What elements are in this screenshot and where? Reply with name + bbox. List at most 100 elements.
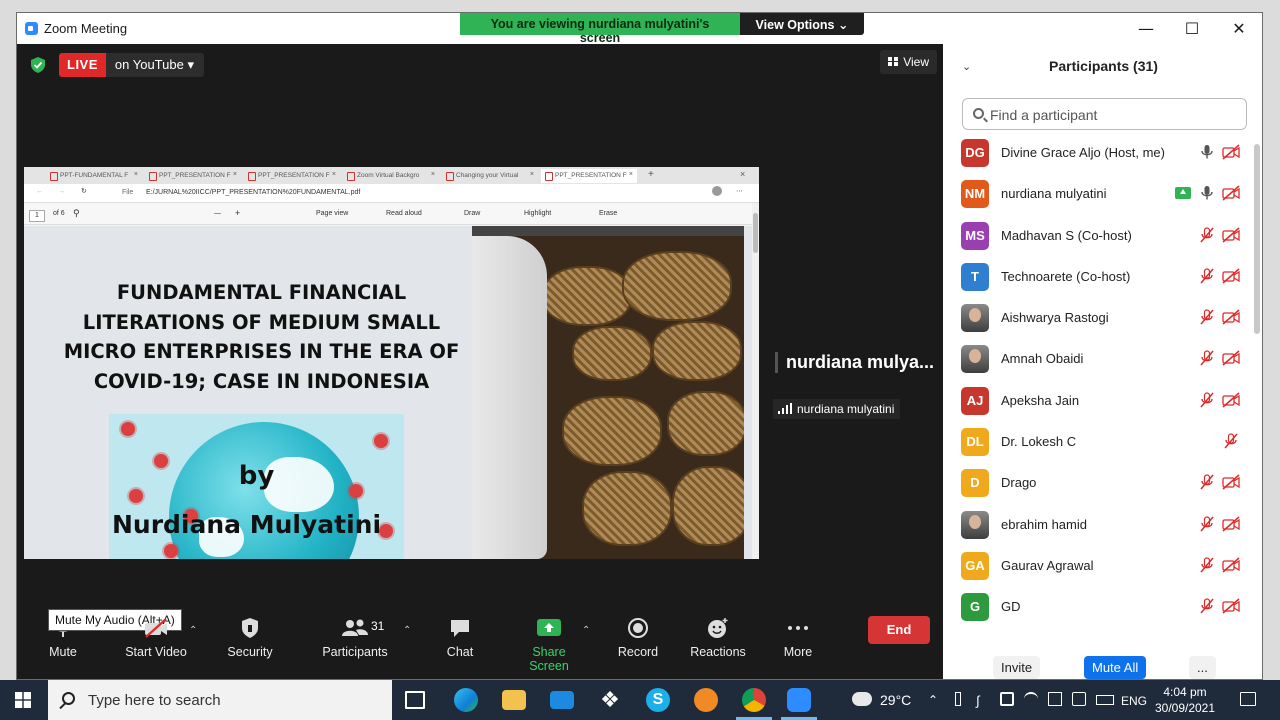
participant-name: Drago: [1001, 475, 1037, 491]
avatar: DG: [961, 139, 989, 167]
tray-expand-icon[interactable]: ⌃: [928, 693, 938, 707]
avatar: AJ: [961, 386, 989, 415]
more-dots-icon: [788, 626, 808, 630]
participant-row[interactable]: AJ Apeksha Jain: [943, 380, 1253, 421]
minimize-icon[interactable]: —: [1123, 17, 1169, 41]
close-icon[interactable]: ✕: [1216, 17, 1262, 41]
avatar: MS: [961, 221, 989, 250]
reactions-label: Reactions: [690, 645, 746, 659]
invite-button[interactable]: Invite: [993, 656, 1041, 679]
mute-all-button[interactable]: Mute All: [1084, 656, 1147, 679]
edge-browser-icon[interactable]: [454, 688, 478, 712]
browser-tab: PPT_PRESENTATION F ×: [244, 169, 340, 183]
stream-target-dropdown[interactable]: on YouTube ▾: [105, 53, 204, 77]
microphone-muted-icon: [1222, 433, 1240, 449]
weather-cloud-icon[interactable]: [852, 692, 872, 706]
participant-row[interactable]: D Drago: [943, 462, 1253, 503]
view-layout-button[interactable]: View: [880, 50, 937, 74]
security-shield-icon[interactable]: [31, 57, 45, 73]
share-screen-button[interactable]: Share Screen: [511, 617, 587, 673]
viewing-banner-text: You are viewing nurdiana mulyatini's scr…: [460, 13, 740, 45]
pdf-search-icon: ⚲: [73, 208, 80, 218]
avatar: [961, 510, 989, 539]
participant-row[interactable]: DL Dr. Lokesh C: [943, 421, 1253, 462]
usb-drive-icon[interactable]: [955, 692, 961, 706]
more-button[interactable]: More: [779, 617, 817, 659]
record-button[interactable]: Record: [616, 617, 660, 659]
security-icon: [242, 618, 258, 638]
record-label: Record: [617, 645, 659, 659]
participant-list-scrollbar[interactable]: [1254, 144, 1260, 334]
speaker-name-tag: nurdiana mulyatini: [773, 399, 901, 419]
participant-row[interactable]: T Technoarete (Co-host): [943, 256, 1253, 297]
participant-row[interactable]: Amnah Obaidi: [943, 338, 1253, 379]
share-screen-icon: [537, 619, 561, 636]
participants-panel-footer: Invite Mute All ...: [943, 649, 1262, 679]
participants-options-caret[interactable]: ⌃: [403, 625, 411, 636]
security-label: Security: [227, 645, 273, 659]
battery-icon[interactable]: [1096, 695, 1114, 705]
notifications-icon[interactable]: [1240, 692, 1256, 706]
end-meeting-button[interactable]: End: [868, 616, 930, 644]
participant-name: Apeksha Jain: [1001, 392, 1080, 408]
person-figure: [472, 236, 547, 559]
participant-search-input[interactable]: Find a participant: [962, 98, 1247, 130]
chat-button[interactable]: Chat: [439, 617, 481, 659]
bluetooth-icon[interactable]: ∫: [976, 693, 980, 708]
participant-name: Aishwarya Rastogi: [1001, 310, 1109, 326]
video-area: LIVE on YouTube ▾ View PPT-FUNDAMENTAL F…: [17, 44, 943, 599]
share-options-caret[interactable]: ⌃: [582, 625, 590, 636]
browser-tab: PPT-FUNDAMENTAL F ×: [46, 169, 142, 183]
language-indicator[interactable]: ENG: [1121, 694, 1147, 708]
maximize-icon[interactable]: ☐: [1169, 17, 1215, 41]
zoom-taskbar-icon[interactable]: [781, 688, 817, 720]
participant-count: 31: [371, 619, 385, 633]
menu-dots-icon: ⋯: [736, 188, 743, 195]
clock-date: 30/09/2021: [1154, 701, 1216, 715]
video-off-icon: [1221, 185, 1240, 201]
live-stream-badge[interactable]: LIVE on YouTube ▾: [59, 53, 204, 77]
participant-row[interactable]: DG Divine Grace Aljo (Host, me): [943, 132, 1253, 173]
pdf-toolbar: 1 of 6 ⚲ — + Page view Read aloud Draw H…: [24, 203, 759, 225]
video-options-caret[interactable]: ⌃: [189, 625, 197, 636]
avatar: D: [961, 469, 989, 498]
participants-panel: ⌄ Participants (31) Find a participant D…: [943, 44, 1262, 679]
participant-row[interactable]: Aishwarya Rastogi: [943, 297, 1253, 338]
url-scheme-label: File: [122, 189, 134, 196]
speaker-icon[interactable]: [1048, 692, 1062, 706]
dropbox-icon[interactable]: ❖: [598, 688, 622, 712]
windows-start-icon[interactable]: [15, 692, 31, 708]
title-bar: Zoom Meeting You are viewing nurdiana mu…: [17, 13, 1262, 45]
participant-row[interactable]: NM nurdiana mulyatini: [943, 173, 1253, 214]
avatar: NM: [961, 180, 989, 209]
participant-row[interactable]: GA Gaurav Agrawal: [943, 545, 1253, 586]
microphone-muted-icon: [1198, 226, 1216, 243]
avatar: DL: [961, 428, 989, 457]
file-explorer-icon[interactable]: [502, 690, 526, 710]
grid-icon: [888, 57, 899, 66]
wifi-icon[interactable]: [1024, 692, 1038, 706]
participant-name: Divine Grace Aljo (Host, me): [1001, 145, 1165, 160]
avatar: [961, 304, 989, 333]
chrome-icon[interactable]: [736, 688, 772, 720]
start-video-button[interactable]: Start Video: [121, 617, 191, 659]
view-options-button[interactable]: View Options ⌄: [740, 13, 864, 35]
task-view-icon[interactable]: [405, 691, 425, 709]
reactions-button[interactable]: Reactions: [690, 617, 746, 659]
participant-list: DG Divine Grace Aljo (Host, me) NM nurdiana…: [943, 132, 1253, 628]
participant-row[interactable]: ebrahim hamid: [943, 504, 1253, 545]
security-button[interactable]: Security: [221, 617, 279, 659]
dropbox-tray-icon[interactable]: [1000, 692, 1014, 706]
participant-name: Madhavan S (Co-host): [1001, 227, 1132, 243]
skype-icon[interactable]: S: [646, 688, 670, 712]
participant-row[interactable]: MS Madhavan S (Co-host): [943, 215, 1253, 256]
panel-more-button[interactable]: ...: [1189, 656, 1216, 679]
avatar: GA: [961, 551, 989, 580]
taskbar-clock[interactable]: 4:04 pm 30/09/2021: [1152, 684, 1218, 716]
vpn-shield-icon[interactable]: [694, 688, 718, 712]
taskbar-search-input[interactable]: Type here to search: [48, 680, 392, 720]
participant-row[interactable]: G GD: [943, 586, 1253, 627]
display-icon[interactable]: [1072, 692, 1086, 706]
view-label: View: [903, 55, 929, 69]
mail-icon[interactable]: [550, 691, 574, 709]
